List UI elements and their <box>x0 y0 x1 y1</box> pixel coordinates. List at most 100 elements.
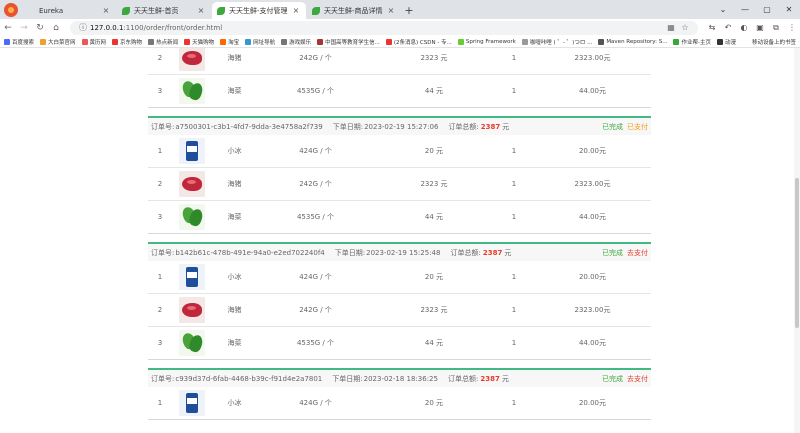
product-name[interactable]: 海猪 <box>212 53 257 63</box>
tab-close-icon[interactable]: × <box>291 6 301 15</box>
product-image[interactable] <box>179 204 205 230</box>
currency-label: 元 <box>501 374 509 383</box>
product-subtotal: 2323.00元 <box>574 180 611 188</box>
product-price: 44 元 <box>424 87 444 95</box>
close-window-icon[interactable]: ✕ <box>778 0 800 19</box>
order-status: 已完成 <box>602 248 623 257</box>
bookmark-item[interactable]: 作业帮-主页 <box>673 38 711 46</box>
tab-title: 天天生鲜-支付管理 <box>229 6 288 15</box>
product-image[interactable] <box>179 138 205 164</box>
undo-icon[interactable]: ↶ <box>720 23 736 32</box>
currency-label: 元 <box>502 122 510 131</box>
item-index: 1 <box>157 399 163 407</box>
maximize-icon[interactable]: ▢ <box>756 0 778 19</box>
leaf-icon <box>312 6 320 15</box>
order-header: 订单号: c939d37d-6fab-4468-b39c-f91d4e2a780… <box>148 368 651 387</box>
tab-home[interactable]: 天天生鲜-首页 × <box>117 2 211 19</box>
address-bar[interactable]: ⓘ 127.0.0.1:1100/order/front/order.html … <box>70 20 698 35</box>
bookmark-item[interactable]: 咖喱咔哩 ( ゜- ゜)つロ ... <box>521 38 592 46</box>
mobile-bookmarks[interactable]: 移动设备上的书签 <box>752 36 796 47</box>
bookmark-item[interactable]: 黄历网 <box>81 38 106 46</box>
back-icon[interactable]: ← <box>0 20 16 35</box>
product-image[interactable] <box>179 48 205 71</box>
minimize-icon[interactable]: — <box>734 0 756 19</box>
tab-favicon-icon <box>27 7 35 15</box>
order-item-row: 3 海菜 4535G / 个 44 元 1 44.00元 <box>148 327 651 360</box>
pay-now-link[interactable]: 去支付 <box>627 248 648 258</box>
scrollbar-thumb[interactable] <box>795 178 799 328</box>
product-quantity: 1 <box>511 339 517 347</box>
product-name[interactable]: 小冰 <box>212 272 257 282</box>
product-image[interactable] <box>179 390 205 416</box>
product-price: 20 元 <box>424 273 444 281</box>
home-icon[interactable]: ⌂ <box>48 20 64 35</box>
page-scrollbar[interactable] <box>794 48 800 433</box>
product-name[interactable]: 海猪 <box>212 305 257 315</box>
browser-logo-icon[interactable] <box>4 3 18 17</box>
tab-close-icon[interactable]: × <box>196 6 206 15</box>
collections-icon[interactable]: ▣ <box>752 23 768 32</box>
tab-eureka[interactable]: Eureka × <box>22 2 116 19</box>
order-header: 订单号: b142b61c-478b-491e-94a0-e2ed702240f… <box>148 242 651 261</box>
product-image[interactable] <box>179 171 205 197</box>
info-icon[interactable]: ⓘ <box>76 22 90 33</box>
tab-product-detail[interactable]: 天天生鲜-商品详情 × <box>307 2 401 19</box>
order-item-row: 3 海菜 4535G / 个 44 元 1 44.00元 <box>148 201 651 234</box>
bookmark-favicon-icon <box>220 38 227 45</box>
product-name[interactable]: 小冰 <box>212 146 257 156</box>
order-item-row: 2 海猪 242G / 个 2323 元 1 2323.00元 <box>148 48 651 75</box>
product-name[interactable]: 小冰 <box>212 398 257 408</box>
forward-icon[interactable]: → <box>16 20 32 35</box>
sidebar-icon[interactable]: ⇆ <box>704 23 720 32</box>
product-name[interactable]: 海菜 <box>212 86 257 96</box>
bookmark-item[interactable]: 中国高等教育学生信... <box>317 38 380 46</box>
product-image[interactable] <box>179 330 205 356</box>
product-name[interactable]: 海猪 <box>212 179 257 189</box>
order-card: 订单号: b142b61c-478b-491e-94a0-e2ed702240f… <box>148 242 651 360</box>
product-spec: 4535G / 个 <box>296 339 335 347</box>
bookmark-item[interactable]: 游戏娱乐 <box>281 38 311 46</box>
item-index: 1 <box>157 273 163 281</box>
url-text[interactable]: 127.0.0.1:1100/order/front/order.html <box>90 24 664 32</box>
product-price: 44 元 <box>424 339 444 347</box>
reload-icon[interactable]: ↻ <box>32 20 48 35</box>
qr-code-icon[interactable]: ▦ <box>664 23 678 32</box>
bookmark-item[interactable]: Maven Repository: S... <box>598 38 667 45</box>
product-spec: 4535G / 个 <box>296 213 335 221</box>
product-name[interactable]: 海菜 <box>212 212 257 222</box>
bookmark-item[interactable]: 网址导航 <box>245 38 275 46</box>
order-date-label: 下单日期: <box>332 374 363 383</box>
product-name[interactable]: 海菜 <box>212 338 257 348</box>
menu-icon[interactable]: ⋮ <box>784 23 800 32</box>
product-image[interactable] <box>179 264 205 290</box>
tab-payment[interactable]: 天天生鲜-支付管理 × <box>212 2 306 19</box>
puzzle-icon[interactable]: ⧉ <box>768 23 784 33</box>
product-price: 44 元 <box>424 213 444 221</box>
tab-close-icon[interactable]: × <box>101 6 111 15</box>
bookmark-item[interactable]: 热点新闻 <box>148 38 178 46</box>
item-index: 2 <box>157 180 163 188</box>
bookmark-item[interactable]: 大白菜官网 <box>40 38 76 46</box>
bookmark-item[interactable]: 动漫 <box>716 38 736 46</box>
product-spec: 424G / 个 <box>299 399 332 407</box>
tab-title: 天天生鲜-商品详情 <box>324 6 383 15</box>
bookmark-item[interactable]: 百度搜索 <box>4 38 34 46</box>
product-subtotal: 20.00元 <box>578 399 607 407</box>
bookmark-item[interactable]: Spring Framework <box>457 38 516 45</box>
bookmark-item[interactable]: (2条消息) CSDN - 专... <box>385 38 452 46</box>
leaf-icon <box>122 6 130 15</box>
pay-now-link[interactable]: 去支付 <box>627 374 648 384</box>
bookmark-favicon-icon <box>716 38 723 45</box>
new-tab-button[interactable]: + <box>402 2 416 19</box>
tab-list-icon[interactable]: ⌄ <box>712 0 734 19</box>
bookmark-favicon-icon <box>112 38 119 45</box>
product-image[interactable] <box>179 297 205 323</box>
star-icon[interactable]: ☆ <box>678 23 692 32</box>
bookmark-item[interactable]: 淘宝 <box>220 38 239 46</box>
extension-icon[interactable]: ◐ <box>736 23 752 32</box>
product-image[interactable] <box>179 78 205 104</box>
tab-close-icon[interactable]: × <box>386 6 396 15</box>
order-item-row: 1 小冰 424G / 个 20 元 1 20.00元 <box>148 135 651 168</box>
bookmark-item[interactable]: 京东购物 <box>112 38 142 46</box>
bookmark-item[interactable]: 天猫购物 <box>184 38 214 46</box>
